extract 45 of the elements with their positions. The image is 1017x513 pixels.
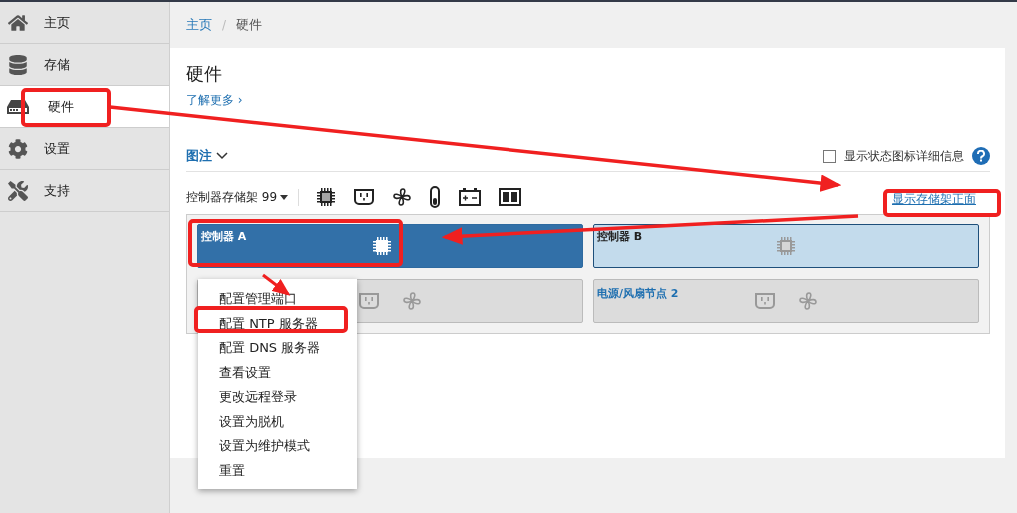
settings-icon — [6, 138, 30, 159]
menu-item[interactable]: 配置 DNS 服务器 — [198, 336, 357, 361]
power-fan-node[interactable]: 电源/风扇节点 2 — [593, 279, 979, 323]
shelf-dropdown[interactable]: 控制器存储架 99 — [186, 188, 300, 206]
menu-item[interactable]: 更改远程登录 — [198, 385, 357, 410]
tube-icon — [429, 186, 442, 208]
sidebar-item-label: 支持 — [44, 181, 70, 200]
status-details-checkbox[interactable] — [823, 149, 836, 163]
battery-icon — [458, 187, 483, 207]
outlet-icon — [353, 188, 376, 206]
columns-icon — [499, 188, 522, 206]
chip-icon — [316, 187, 337, 207]
learn-more-link[interactable]: 了解更多 › — [186, 92, 243, 109]
legend-toggle[interactable]: 图注 — [186, 147, 228, 165]
menu-item[interactable]: 配置 NTP 服务器 — [198, 311, 357, 336]
chevron-icon — [216, 152, 228, 160]
database-icon — [6, 54, 30, 75]
fan-icon — [392, 187, 413, 207]
controller-tile[interactable]: 控制器 B — [593, 224, 979, 268]
chip-icon — [372, 236, 392, 256]
fan-icon — [402, 291, 422, 311]
outlet-icon — [754, 292, 776, 310]
fan-icon — [798, 291, 818, 311]
page-title: 硬件 — [186, 62, 223, 86]
menu-item[interactable]: 重置 — [198, 458, 357, 483]
menu-item[interactable]: 设置为维护模式 — [198, 434, 357, 459]
breadcrumb-link[interactable]: 主页 — [186, 16, 212, 34]
chip-icon — [776, 236, 796, 256]
breadcrumb-current: 硬件 — [236, 16, 263, 34]
menu-item[interactable]: 查看设置 — [198, 360, 357, 385]
outlet-icon — [358, 292, 380, 310]
status-details-label: 显示状态图标详细信息 — [844, 147, 964, 165]
menu-item[interactable]: 设置为脱机 — [198, 409, 357, 434]
node-label: 电源/风扇节点 2 — [597, 287, 679, 300]
controller-tile[interactable]: 控制器 A — [197, 224, 583, 268]
sidebar-item-label: 主页 — [44, 13, 70, 32]
show-shelf-front-link[interactable]: 显示存储架正面 — [892, 191, 976, 208]
home-icon — [6, 12, 30, 33]
breadcrumb-separator: / — [222, 18, 227, 32]
sidebar-item-label: 设置 — [44, 139, 70, 158]
caret-icon — [280, 194, 289, 200]
help-icon[interactable] — [972, 147, 990, 165]
sidebar-item-label: 存储 — [44, 55, 70, 74]
sidebar-item-label: 硬件 — [48, 97, 74, 116]
tools-icon — [6, 180, 30, 201]
